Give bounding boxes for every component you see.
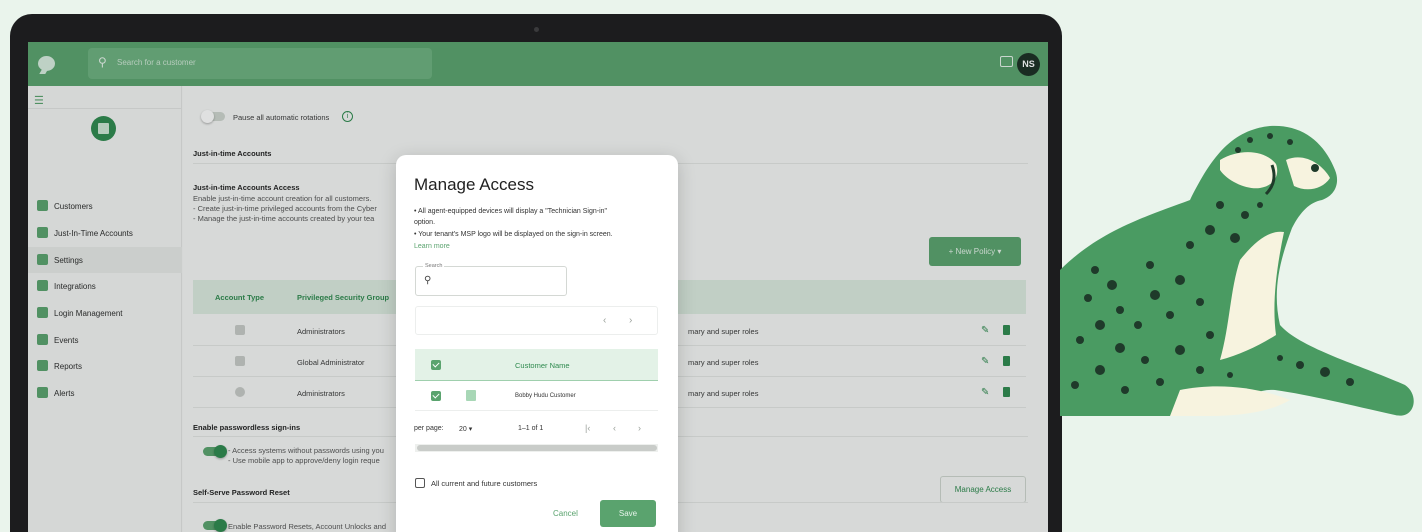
customer-grid-header: Customer Name xyxy=(415,349,658,381)
search-icon: ⚲ xyxy=(424,275,432,286)
column-customer-name[interactable]: Customer Name xyxy=(515,361,570,370)
search-field-label: Search xyxy=(423,263,445,269)
first-page-icon[interactable]: |‹ xyxy=(585,423,590,433)
customer-filter-input[interactable]: Search ⚲ xyxy=(415,263,567,296)
app-screen: ⚲ Search for a customer NS ☰ Customers J… xyxy=(28,42,1048,532)
horizontal-scrollbar[interactable] xyxy=(417,445,657,451)
customer-name: Bobby Hudu Customer xyxy=(515,393,576,399)
all-customers-label: All current and future customers xyxy=(431,479,538,488)
chevron-left-icon[interactable]: ‹ xyxy=(603,315,606,326)
rows-per-page-label: per page: xyxy=(414,425,444,432)
page-range: 1–1 of 1 xyxy=(518,425,544,432)
dialog-note: option. xyxy=(414,219,436,226)
rows-per-page-select[interactable]: 20 ▾ xyxy=(459,425,472,433)
select-all-checkbox[interactable] xyxy=(431,360,441,370)
save-button[interactable]: Save xyxy=(600,500,656,527)
grid-pagination: per page: 20 ▾ 1–1 of 1 |‹ ‹ › xyxy=(414,419,664,441)
dialog-title: Manage Access xyxy=(414,175,535,194)
camera-dot xyxy=(534,27,539,32)
chevron-right-icon[interactable]: › xyxy=(629,315,632,326)
chevron-right-icon[interactable]: › xyxy=(638,423,641,433)
dialog-note: • Your tenant's MSP logo will be display… xyxy=(414,231,613,238)
all-customers-checkbox[interactable] xyxy=(415,478,425,488)
manage-access-dialog: Manage Access • All agent-equipped devic… xyxy=(396,155,678,532)
building-icon xyxy=(466,390,476,401)
chevron-left-icon[interactable]: ‹ xyxy=(613,423,616,433)
learn-more-link[interactable]: Learn more xyxy=(414,243,450,250)
table-row[interactable]: Bobby Hudu Customer xyxy=(415,381,658,411)
top-pager: ‹ › xyxy=(415,306,658,335)
dialog-note: • All agent-equipped devices will displa… xyxy=(414,208,608,215)
row-checkbox[interactable] xyxy=(431,391,441,401)
cheetah-illustration xyxy=(1060,125,1414,417)
cancel-button[interactable]: Cancel xyxy=(553,509,578,518)
